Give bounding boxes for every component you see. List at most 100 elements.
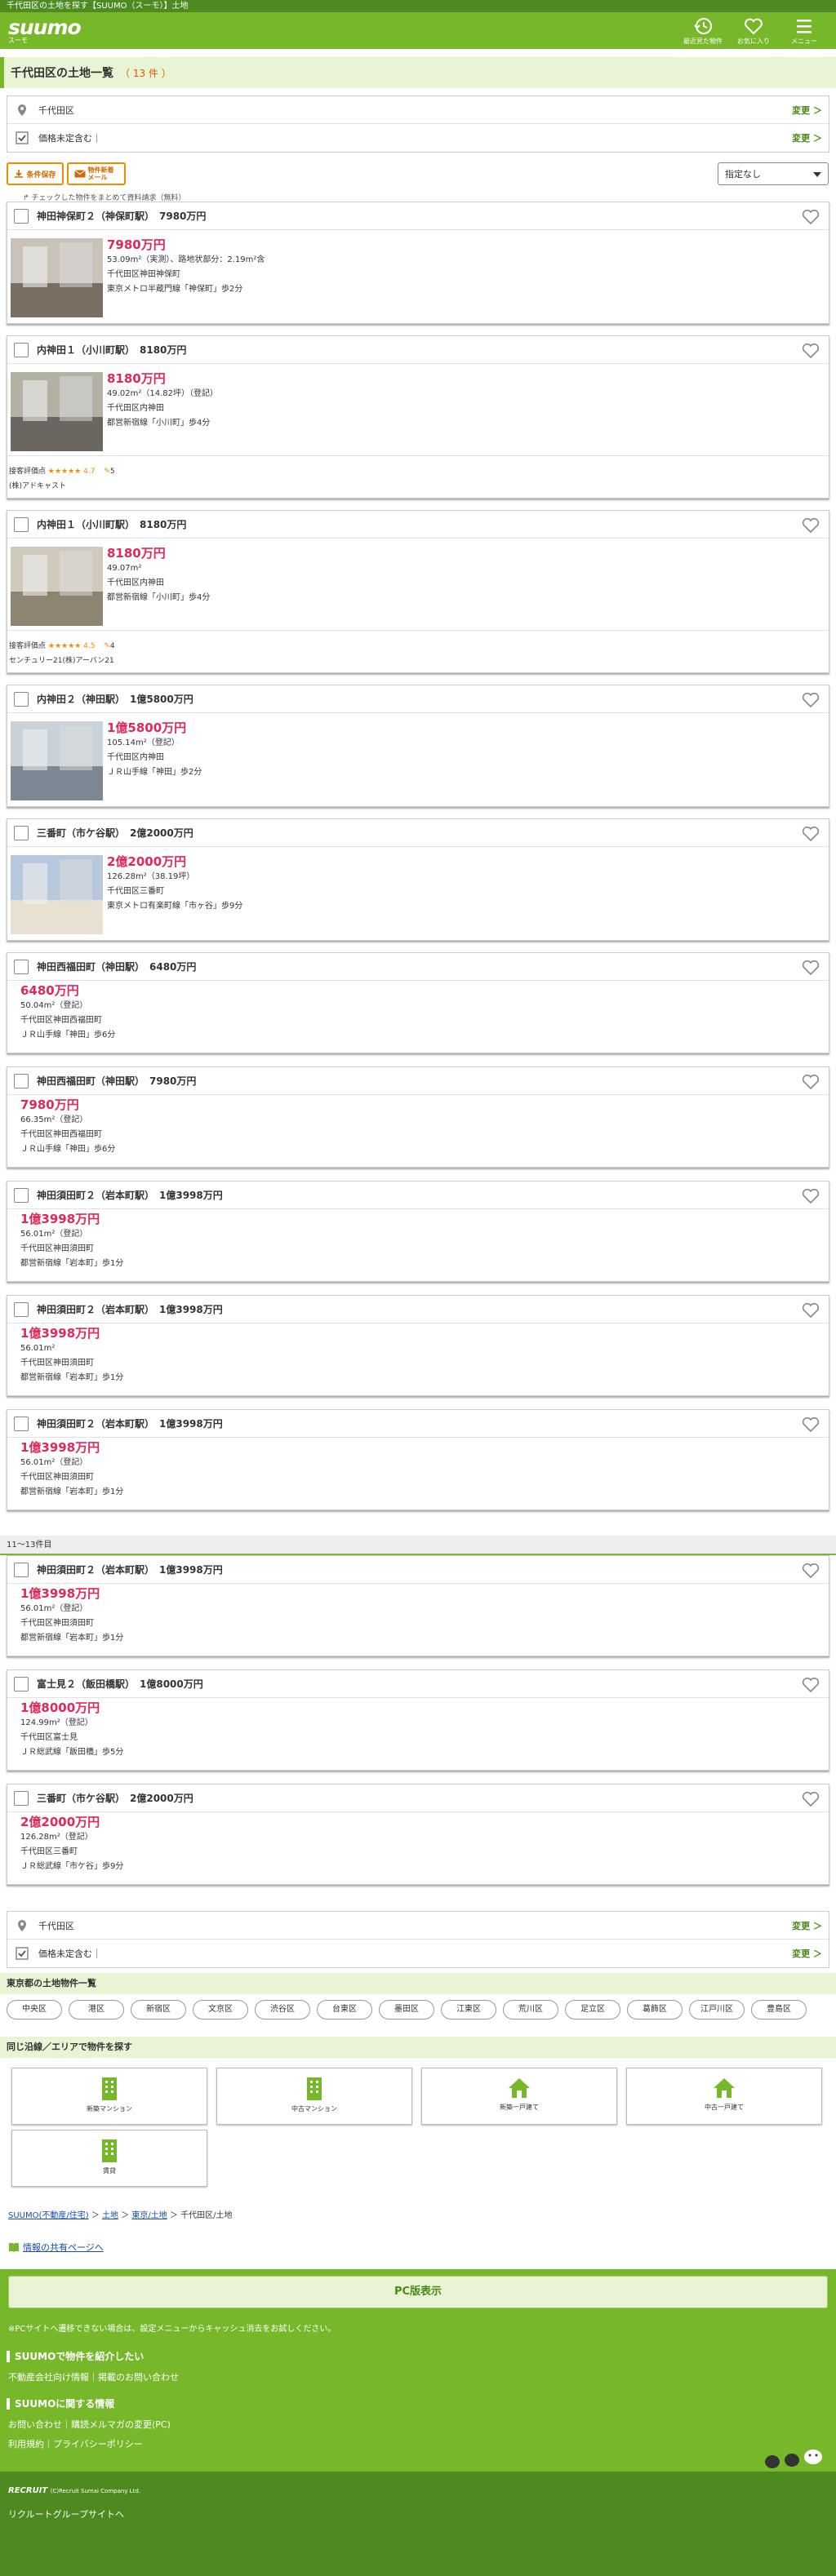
category-button[interactable]: 中古マンション [216,2068,412,2125]
favorite-heart-icon[interactable] [801,1301,820,1319]
listing-checkbox[interactable] [14,691,29,707]
breadcrumb-land[interactable]: 土地 [102,2211,118,2220]
listing-title[interactable]: 神田須田町２（岩本町駅） 1億3998万円 [37,1563,223,1576]
share-link-text[interactable]: 情報の共有ページへ [23,2241,104,2254]
condition-area[interactable]: 千代田区 変更 ＞ [7,96,829,124]
listing-card[interactable]: 内神田１（小川町駅） 8180万円 8180万円 49.02m²（14.82坪）（登… [7,335,829,499]
listing-card[interactable]: 神田須田町２（岩本町駅） 1億3998万円 1億3998万円 56.01m²（登記）… [7,1555,829,1656]
listing-title[interactable]: 三番町（市ケ谷駅） 2億2000万円 [37,826,193,840]
new-listing-mail-button[interactable]: 物件新着メール [67,162,126,185]
change-area-link[interactable]: 変更 ＞ [792,104,822,117]
ward-chip[interactable]: 豊島区 [751,2000,807,2020]
listing-checkbox[interactable] [14,1676,29,1691]
ward-chip[interactable]: 江東区 [441,2000,496,2020]
listing-card[interactable]: 富士見２（飯田橋駅） 1億8000万円 1億8000万円 124.99m²（登記） 千… [7,1669,829,1771]
listing-title[interactable]: 神田須田町２（岩本町駅） 1億3998万円 [37,1302,223,1316]
category-button[interactable]: 中古一戸建て [626,2068,822,2125]
breadcrumb-tokyo[interactable]: 東京/土地 [131,2211,167,2220]
listing-title[interactable]: 内神田２（神田駅） 1億5800万円 [37,692,193,706]
listing-title[interactable]: 神田西福田町（神田駅） 6480万円 [37,960,196,973]
favorite-heart-icon[interactable] [801,1416,820,1434]
listing-card[interactable]: 神田須田町２（岩本町駅） 1億3998万円 1億3998万円 56.01m²（登記）… [7,1409,829,1510]
menu-button[interactable]: メニュー [779,16,829,46]
ward-chip[interactable]: 港区 [69,2000,124,2020]
about-links-2[interactable]: 利用規約｜プライバシーポリシー [8,2437,143,2450]
listing-checkbox[interactable] [14,208,29,224]
ward-chip[interactable]: 墨田区 [379,2000,434,2020]
condition-options-bottom[interactable]: 価格未定含む｜ 変更 ＞ [7,1940,829,1967]
change-area-link[interactable]: 変更 ＞ [792,1919,822,1932]
listing-title[interactable]: 神田須田町２（岩本町駅） 1億3998万円 [37,1188,223,1202]
favorite-heart-icon[interactable] [801,1676,820,1694]
property-photo[interactable] [11,547,103,626]
condition-area-bottom[interactable]: 千代田区 変更 ＞ [7,1912,829,1940]
breadcrumb-home[interactable]: SUUMO(不動産/住宅) [8,2211,89,2220]
recently-viewed-button[interactable]: 最近見た物件 [678,16,728,46]
ward-chip[interactable]: 足立区 [565,2000,620,2020]
property-photo[interactable] [11,372,103,451]
recruit-group-link[interactable]: リクルートグループサイトへ [8,2507,124,2521]
listing-title[interactable]: 神田西福田町（神田駅） 7980万円 [37,1074,196,1088]
property-photo[interactable] [11,855,103,934]
listing-card[interactable]: 三番町（市ケ谷駅） 2億2000万円 2億2000万円 126.28m²（38.19… [7,818,829,941]
favorites-button[interactable]: お気に入り [728,16,779,46]
listing-card[interactable]: 神田須田町２（岩本町駅） 1億3998万円 1億3998万円 56.01m²（登記）… [7,1181,829,1282]
listing-card[interactable]: 神田神保町２（神保町駅） 7980万円 7980万円 53.09m²（実測）、路地状… [7,202,829,324]
ward-chip[interactable]: 江戸川区 [689,2000,745,2020]
listing-checkbox[interactable] [14,825,29,840]
listing-title[interactable]: 神田須田町２（岩本町駅） 1億3998万円 [37,1417,223,1430]
listing-checkbox[interactable] [14,1301,29,1317]
listing-checkbox[interactable] [14,959,29,974]
condition-options[interactable]: 価格未定含む｜ 変更 ＞ [7,124,829,152]
favorite-heart-icon[interactable] [801,1790,820,1808]
listing-card[interactable]: 内神田１（小川町駅） 8180万円 8180万円 49.07m² 千代田区内神田 都営新… [7,510,829,673]
property-photo[interactable] [11,721,103,800]
sort-select[interactable]: 指定なし [718,162,829,185]
favorite-heart-icon[interactable] [801,208,820,226]
save-condition-button[interactable]: 条件保存 [7,162,64,185]
category-button[interactable]: 賃貸 [11,2130,207,2187]
ward-chip[interactable]: 荒川区 [503,2000,558,2020]
category-button[interactable]: 新築一戸建て [421,2068,617,2125]
pc-view-button[interactable]: PC版表示 [8,2276,828,2308]
ward-chip[interactable]: 渋谷区 [255,2000,310,2020]
favorite-heart-icon[interactable] [801,1073,820,1091]
listing-checkbox[interactable] [14,342,29,357]
favorite-heart-icon[interactable] [801,1187,820,1205]
listing-card[interactable]: 三番町（市ケ谷駅） 2億2000万円 2億2000万円 126.28m²（登記） 千代… [7,1784,829,1885]
listing-title[interactable]: 富士見２（飯田橋駅） 1億8000万円 [37,1677,203,1691]
ward-chip[interactable]: 文京区 [193,2000,248,2020]
intro-links[interactable]: 不動産会社向け情報｜掲載のお問い合わせ [8,2370,179,2383]
listing-checkbox[interactable] [14,1187,29,1203]
share-page-link[interactable]: 情報の共有ページへ [8,2241,104,2254]
ward-chip[interactable]: 中央区 [7,2000,62,2020]
listing-card[interactable]: 内神田２（神田駅） 1億5800万円 1億5800万円 105.14m²（登記） 千代… [7,685,829,807]
listing-card[interactable]: 神田西福田町（神田駅） 6480万円 6480万円 50.04m²（登記） 千代田区神… [7,952,829,1053]
change-options-link[interactable]: 変更 ＞ [792,131,822,144]
listing-checkbox[interactable] [14,1416,29,1431]
listing-checkbox[interactable] [14,1073,29,1088]
favorite-heart-icon[interactable] [801,691,820,709]
about-links-1[interactable]: お問い合わせ｜購読メルマガの変更(PC) [8,2418,171,2431]
ward-chip[interactable]: 葛飾区 [627,2000,683,2020]
property-photo[interactable] [11,238,103,317]
ward-chip[interactable]: 新宿区 [131,2000,186,2020]
suumo-logo[interactable]: suumo スーモ [8,17,82,44]
listing-card[interactable]: 神田須田町２（岩本町駅） 1億3998万円 1億3998万円 56.01m² 千代田区… [7,1295,829,1396]
listing-title[interactable]: 三番町（市ケ谷駅） 2億2000万円 [37,1791,193,1805]
favorite-heart-icon[interactable] [801,517,820,534]
favorite-heart-icon[interactable] [801,1562,820,1580]
favorite-heart-icon[interactable] [801,959,820,977]
favorite-heart-icon[interactable] [801,825,820,843]
favorite-heart-icon[interactable] [801,342,820,360]
listing-title[interactable]: 内神田１（小川町駅） 8180万円 [37,517,186,531]
listing-checkbox[interactable] [14,1562,29,1577]
change-options-link[interactable]: 変更 ＞ [792,1947,822,1960]
listing-title[interactable]: 内神田１（小川町駅） 8180万円 [37,343,186,357]
listing-checkbox[interactable] [14,1790,29,1806]
listing-checkbox[interactable] [14,517,29,532]
listing-title[interactable]: 神田神保町２（神保町駅） 7980万円 [37,209,206,223]
ward-chip[interactable]: 台東区 [317,2000,372,2020]
category-button[interactable]: 新築マンション [11,2068,207,2125]
listing-card[interactable]: 神田西福田町（神田駅） 7980万円 7980万円 66.35m²（登記） 千代田区神… [7,1066,829,1168]
